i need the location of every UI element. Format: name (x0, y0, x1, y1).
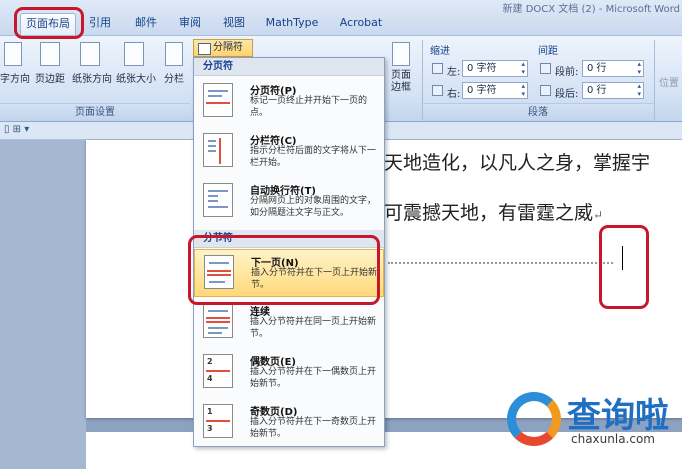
spacing-after-icon (540, 85, 551, 96)
menu-item-even-page[interactable]: 2 4 偶数页(E) 插入分节符并在下一偶数页上开始新节。 (194, 349, 384, 397)
text-direction-icon (4, 42, 22, 66)
annotation-next-page-highlight (188, 235, 380, 305)
watermark-url: chaxunla.com (571, 432, 655, 446)
paper-size-icon (124, 42, 144, 66)
spacing-before-icon (540, 63, 551, 74)
even-page-icon: 2 4 (203, 354, 233, 388)
spacing-after-input[interactable]: 0 行 (582, 82, 644, 99)
watermark-logo-icon (507, 392, 561, 446)
menu-item-odd-page[interactable]: 1 3 奇数页(D) 插入分节符并在下一奇数页上开始新节。 (194, 399, 384, 446)
watermark-brand: 查询啦 (567, 396, 669, 436)
section-header-page-breaks: 分页符 (194, 58, 384, 76)
section-break-marker (388, 262, 613, 264)
position-button[interactable]: 位置 (656, 74, 682, 89)
column-break-icon (203, 133, 233, 167)
annotation-tab-highlight (14, 7, 84, 39)
menu-item-desc: 指示分栏符后面的文字将从下一栏开始。 (250, 146, 377, 168)
annotation-cursor-highlight (599, 225, 649, 309)
columns-button[interactable]: 分栏 (160, 70, 188, 85)
indent-right-icon (432, 85, 443, 96)
ribbon-separator (654, 40, 655, 120)
columns-icon (165, 42, 183, 66)
paper-size-button[interactable]: 纸张大小 (114, 70, 158, 85)
orientation-button[interactable]: 纸张方向 (70, 70, 114, 85)
document-gutter (0, 140, 86, 469)
menu-item-text-wrapping-break[interactable]: 自动换行符(T) 分隔网页上的对象周围的文字，如分隔题注文字与正文。 (194, 178, 384, 226)
indent-right-label: 右: (447, 89, 461, 100)
group-page-setup-label: 页面设置 (0, 103, 190, 121)
text-wrapping-break-icon (203, 183, 233, 217)
indent-left-icon (432, 63, 443, 74)
orientation-icon (80, 42, 100, 66)
tab-view[interactable]: 视图 (216, 13, 252, 35)
document-line: 可震撼天地，有雷霆之威↵ (384, 202, 604, 224)
menu-item-column-break[interactable]: 分栏符(C) 指示分栏符后面的文字将从下一栏开始。 (194, 128, 384, 176)
menu-item-desc: 插入分节符并在同一页上开始新节。 (250, 317, 377, 339)
margins-icon (40, 42, 60, 66)
menu-item-desc: 标记一页终止并开始下一页的点。 (250, 96, 368, 118)
spacing-title: 间距 (538, 46, 558, 57)
breaks-button[interactable]: 分隔符 (193, 39, 253, 57)
menu-item-desc: 分隔网页上的对象周围的文字，如分隔题注文字与正文。 (250, 196, 377, 218)
indent-left-label: 左: (447, 67, 461, 78)
menu-item-desc: 插入分节符并在下一偶数页上开始新节。 (250, 367, 377, 389)
tab-references[interactable]: 引用 (82, 13, 118, 35)
text-direction-button[interactable]: 字方向 (0, 70, 30, 85)
page-break-icon (203, 83, 233, 117)
tab-acrobat[interactable]: Acrobat (334, 13, 388, 35)
odd-page-icon: 1 3 (203, 404, 233, 438)
continuous-break-icon (203, 304, 233, 338)
window-title: 新建 DOCX 文档 (2) - Microsoft Word (502, 4, 680, 15)
watermark: 查询啦 chaxunla.com (505, 386, 677, 456)
toolbar-page-icon[interactable]: ▯ ⊞ ▾ (4, 124, 29, 135)
indent-title: 缩进 (430, 46, 450, 57)
indent-right-input[interactable]: 0 字符 (462, 82, 528, 99)
page-borders-icon (392, 42, 410, 66)
spacing-before-label: 段前: (555, 67, 579, 78)
tab-review[interactable]: 审阅 (172, 13, 208, 35)
menu-item-desc: 插入分节符并在下一奇数页上开始新节。 (250, 417, 377, 439)
margins-button[interactable]: 页边距 (32, 70, 68, 85)
document-line: 天地造化，以凡人之身，掌握宇 (384, 152, 651, 174)
spacing-before-input[interactable]: 0 行 (582, 60, 644, 77)
ribbon-tab-bar: 新建 DOCX 文档 (2) - Microsoft Word 页面布局 引用 … (0, 0, 682, 36)
page-borders-button[interactable]: 页面 边框 (386, 70, 416, 94)
group-paragraph-label: 段落 (423, 103, 653, 121)
indent-left-input[interactable]: 0 字符 (462, 60, 528, 77)
tab-mathtype[interactable]: MathType (262, 13, 322, 35)
spacing-after-label: 段后: (555, 89, 579, 100)
menu-item-continuous[interactable]: 连续 插入分节符并在同一页上开始新节。 (194, 299, 384, 347)
tab-mailings[interactable]: 邮件 (128, 13, 164, 35)
menu-item-page-break[interactable]: 分页符(P) 标记一页终止并开始下一页的点。 (194, 78, 384, 126)
